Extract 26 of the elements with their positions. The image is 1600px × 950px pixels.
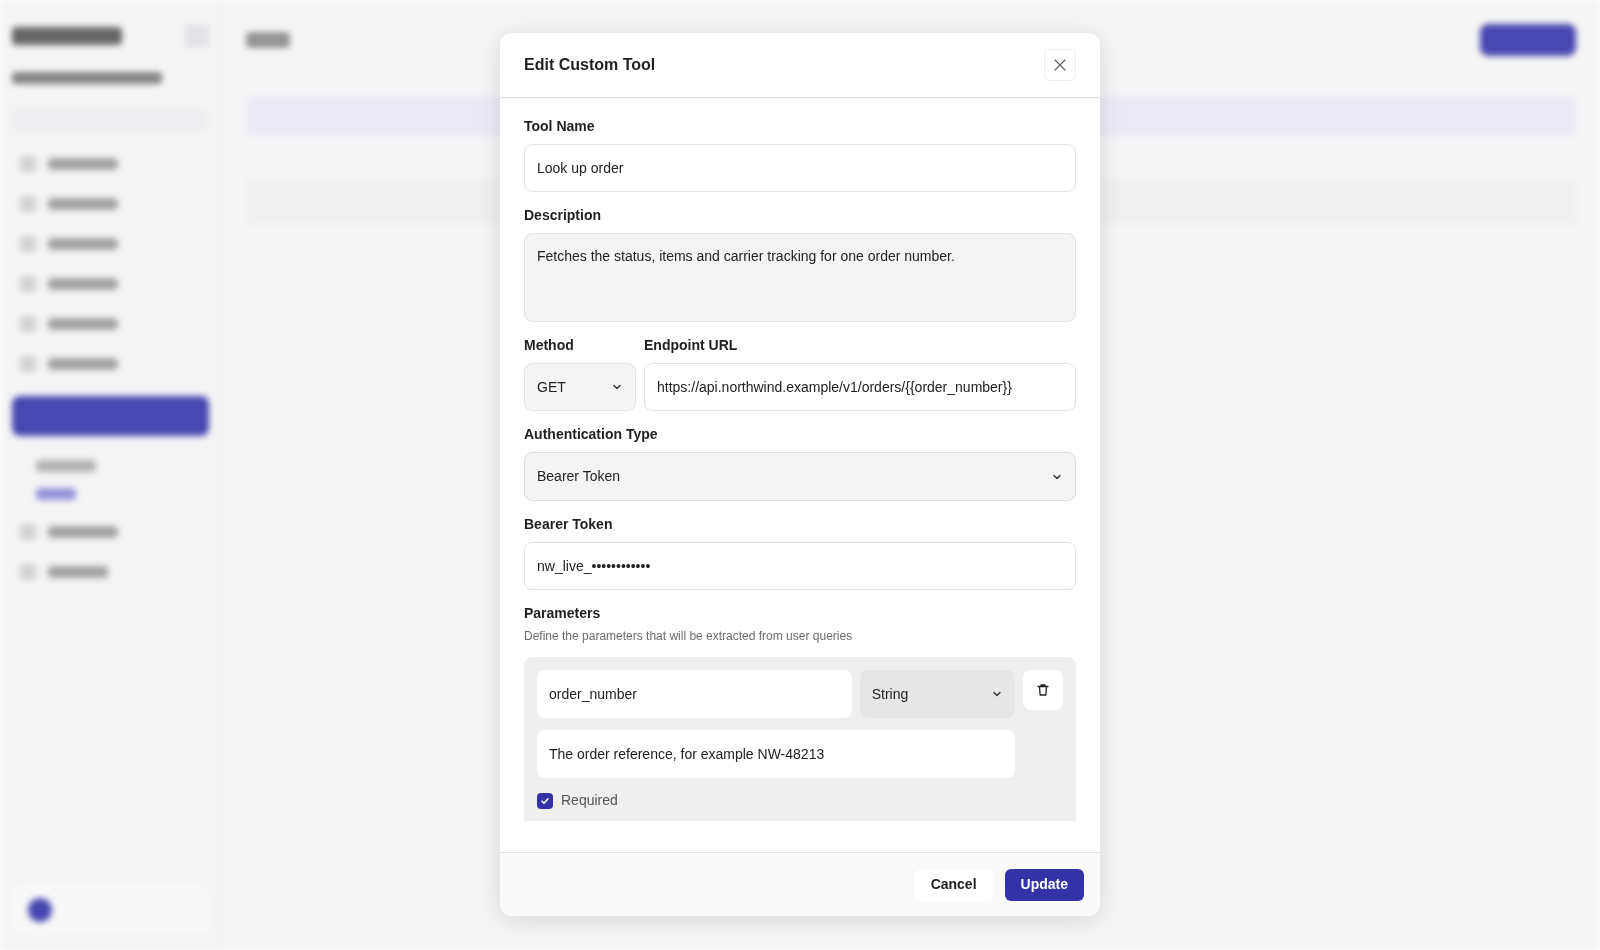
delete-button[interactable] <box>1023 670 1063 710</box>
dialog-title: Edit Custom Tool <box>524 55 656 75</box>
parameter-description-input[interactable]: The order reference, for example NW-48213 <box>537 730 1015 778</box>
section-title: Parameters <box>524 604 601 623</box>
parameter-name-input[interactable]: order_number <box>537 670 852 718</box>
field-label: Authentication Type <box>524 425 658 444</box>
field-label: Tool Name <box>524 117 595 136</box>
field-label: Bearer Token <box>524 515 613 534</box>
cancel-button[interactable]: Cancel <box>914 868 993 901</box>
endpoint-url-input[interactable]: https://api.northwind.example/v1/orders/{{order_number}} <box>644 363 1076 411</box>
section-hint: Define the parameters that will be extracted from user queries <box>524 628 853 645</box>
parameter-type-select[interactable]: String <box>859 670 1016 718</box>
update-button[interactable]: Update <box>1004 868 1084 901</box>
field-label: Method <box>524 336 574 355</box>
close-icon <box>1054 59 1066 71</box>
field-label: Description <box>524 206 601 225</box>
method-select[interactable]: GET <box>524 363 636 411</box>
checkbox-label: Required <box>561 791 618 810</box>
authentication-type-select[interactable]: Bearer Token <box>524 452 1076 501</box>
required-checkbox[interactable] <box>537 792 553 809</box>
check-icon <box>540 795 550 806</box>
bearer-token-input[interactable]: nw_live_•••••••••••• <box>524 542 1076 590</box>
description-textarea[interactable]: Fetches the status, items and carrier tracking for one order number. <box>524 233 1076 322</box>
tool-name-input[interactable]: Look up order <box>524 144 1076 192</box>
field-label: Endpoint URL <box>644 336 738 355</box>
trash-icon <box>1036 683 1051 697</box>
